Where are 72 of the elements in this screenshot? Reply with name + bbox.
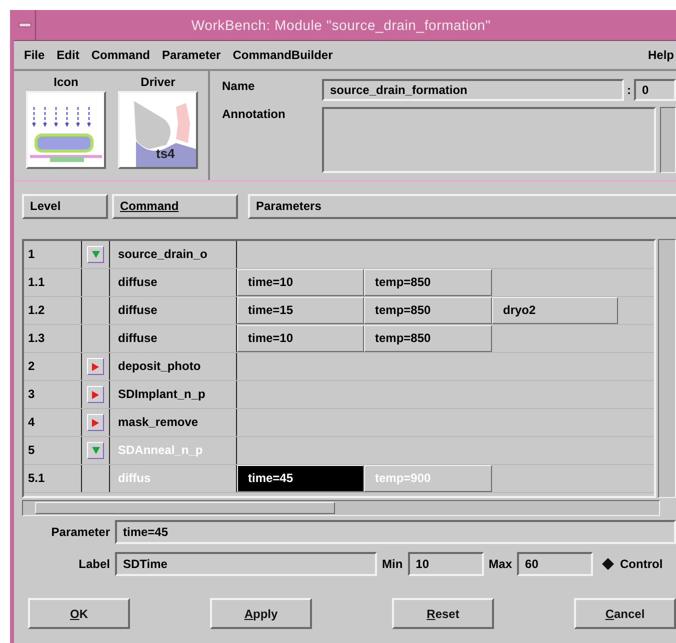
- level-cell: 5.1: [24, 465, 82, 492]
- expand-toggle[interactable]: [87, 442, 104, 459]
- annotation-field[interactable]: [322, 107, 656, 173]
- triangle-right-icon: [92, 418, 99, 426]
- parameter-cell[interactable]: time=10: [237, 325, 364, 352]
- parameter-cell[interactable]: temp=850: [364, 269, 492, 296]
- help-menu[interactable]: Help: [642, 48, 676, 62]
- parameter-cell[interactable]: time=45: [237, 465, 364, 492]
- level-cell: 1.3: [24, 325, 82, 352]
- min-label: Min: [382, 557, 403, 571]
- menu-item[interactable]: Edit: [50, 48, 86, 62]
- column-header[interactable]: Level: [22, 194, 108, 219]
- vertical-scrollbar[interactable]: [658, 239, 676, 498]
- expand-toggle[interactable]: [87, 386, 104, 403]
- annotation-label: Annotation: [222, 107, 286, 123]
- parameter-cell[interactable]: time=15: [237, 297, 364, 324]
- name-field[interactable]: source_drain_formation: [322, 79, 624, 101]
- menu-item[interactable]: Parameter: [156, 48, 227, 62]
- vertical-scrollbar[interactable]: [660, 107, 676, 173]
- expand-toggle[interactable]: [87, 414, 104, 431]
- command-cell[interactable]: source_drain_o: [110, 241, 237, 268]
- parameter-label: Parameter: [50, 525, 110, 539]
- min-field[interactable]: 10: [408, 552, 484, 576]
- command-cell[interactable]: diffuse: [110, 297, 237, 324]
- level-cell: 1.2: [24, 297, 82, 324]
- command-cell[interactable]: deposit_photo: [110, 353, 237, 380]
- parameter-cell[interactable]: temp=850: [364, 325, 492, 352]
- triangle-right-icon: [92, 390, 99, 398]
- parameter-cell[interactable]: dryo2: [492, 297, 618, 324]
- window-title: WorkBench: Module "source_drain_formation": [190, 17, 492, 33]
- max-label: Max: [488, 557, 512, 571]
- icon-label: Icon: [54, 75, 78, 89]
- command-cell[interactable]: SDImplant_n_p: [110, 381, 237, 408]
- command-cell[interactable]: diffuse: [110, 269, 237, 296]
- dialog-button[interactable]: OK: [28, 598, 130, 629]
- dialog-button[interactable]: Cancel: [574, 598, 676, 629]
- dialog-button[interactable]: Reset: [392, 598, 494, 629]
- level-cell: 3: [24, 381, 82, 408]
- triangle-down-icon: [92, 251, 100, 258]
- parameter-field[interactable]: time=45: [115, 520, 676, 544]
- max-field[interactable]: 60: [517, 552, 594, 576]
- level-cell: 2: [24, 353, 82, 380]
- driver-caption: ts4: [156, 146, 175, 161]
- command-cell[interactable]: diffuse: [110, 325, 237, 352]
- level-cell: 1: [24, 241, 82, 268]
- expand-toggle[interactable]: [87, 246, 104, 263]
- level-cell: 5: [24, 437, 82, 464]
- menu-item[interactable]: File: [18, 48, 51, 62]
- name-label: Name: [222, 79, 256, 95]
- label-label: Label: [78, 557, 110, 571]
- column-header[interactable]: Parameters: [248, 194, 676, 219]
- dialog-button[interactable]: Apply: [210, 598, 312, 629]
- radio-diamond-icon[interactable]: [602, 558, 614, 570]
- horizontal-scrollbar[interactable]: [22, 500, 660, 516]
- level-cell: 1.1: [24, 269, 82, 296]
- expand-toggle[interactable]: [87, 358, 104, 375]
- control-label[interactable]: Control: [620, 557, 663, 571]
- driver-label: Driver: [140, 75, 176, 89]
- parameter-cell[interactable]: temp=850: [364, 297, 492, 324]
- command-cell[interactable]: mask_remove: [110, 409, 237, 436]
- triangle-down-icon: [92, 447, 100, 454]
- triangle-right-icon: [92, 362, 99, 370]
- menu-item[interactable]: Command: [85, 48, 156, 62]
- column-header[interactable]: Command: [112, 194, 238, 219]
- menu-item[interactable]: CommandBuilder: [226, 48, 339, 62]
- separator-label: :: [627, 83, 631, 97]
- parameter-cell[interactable]: time=10: [237, 269, 364, 296]
- minus-icon: [18, 23, 30, 27]
- version-field[interactable]: 0: [634, 79, 676, 101]
- level-cell: 4: [24, 409, 82, 436]
- scrollbar-thumb[interactable]: [35, 502, 335, 514]
- label-field[interactable]: SDTime: [115, 552, 377, 576]
